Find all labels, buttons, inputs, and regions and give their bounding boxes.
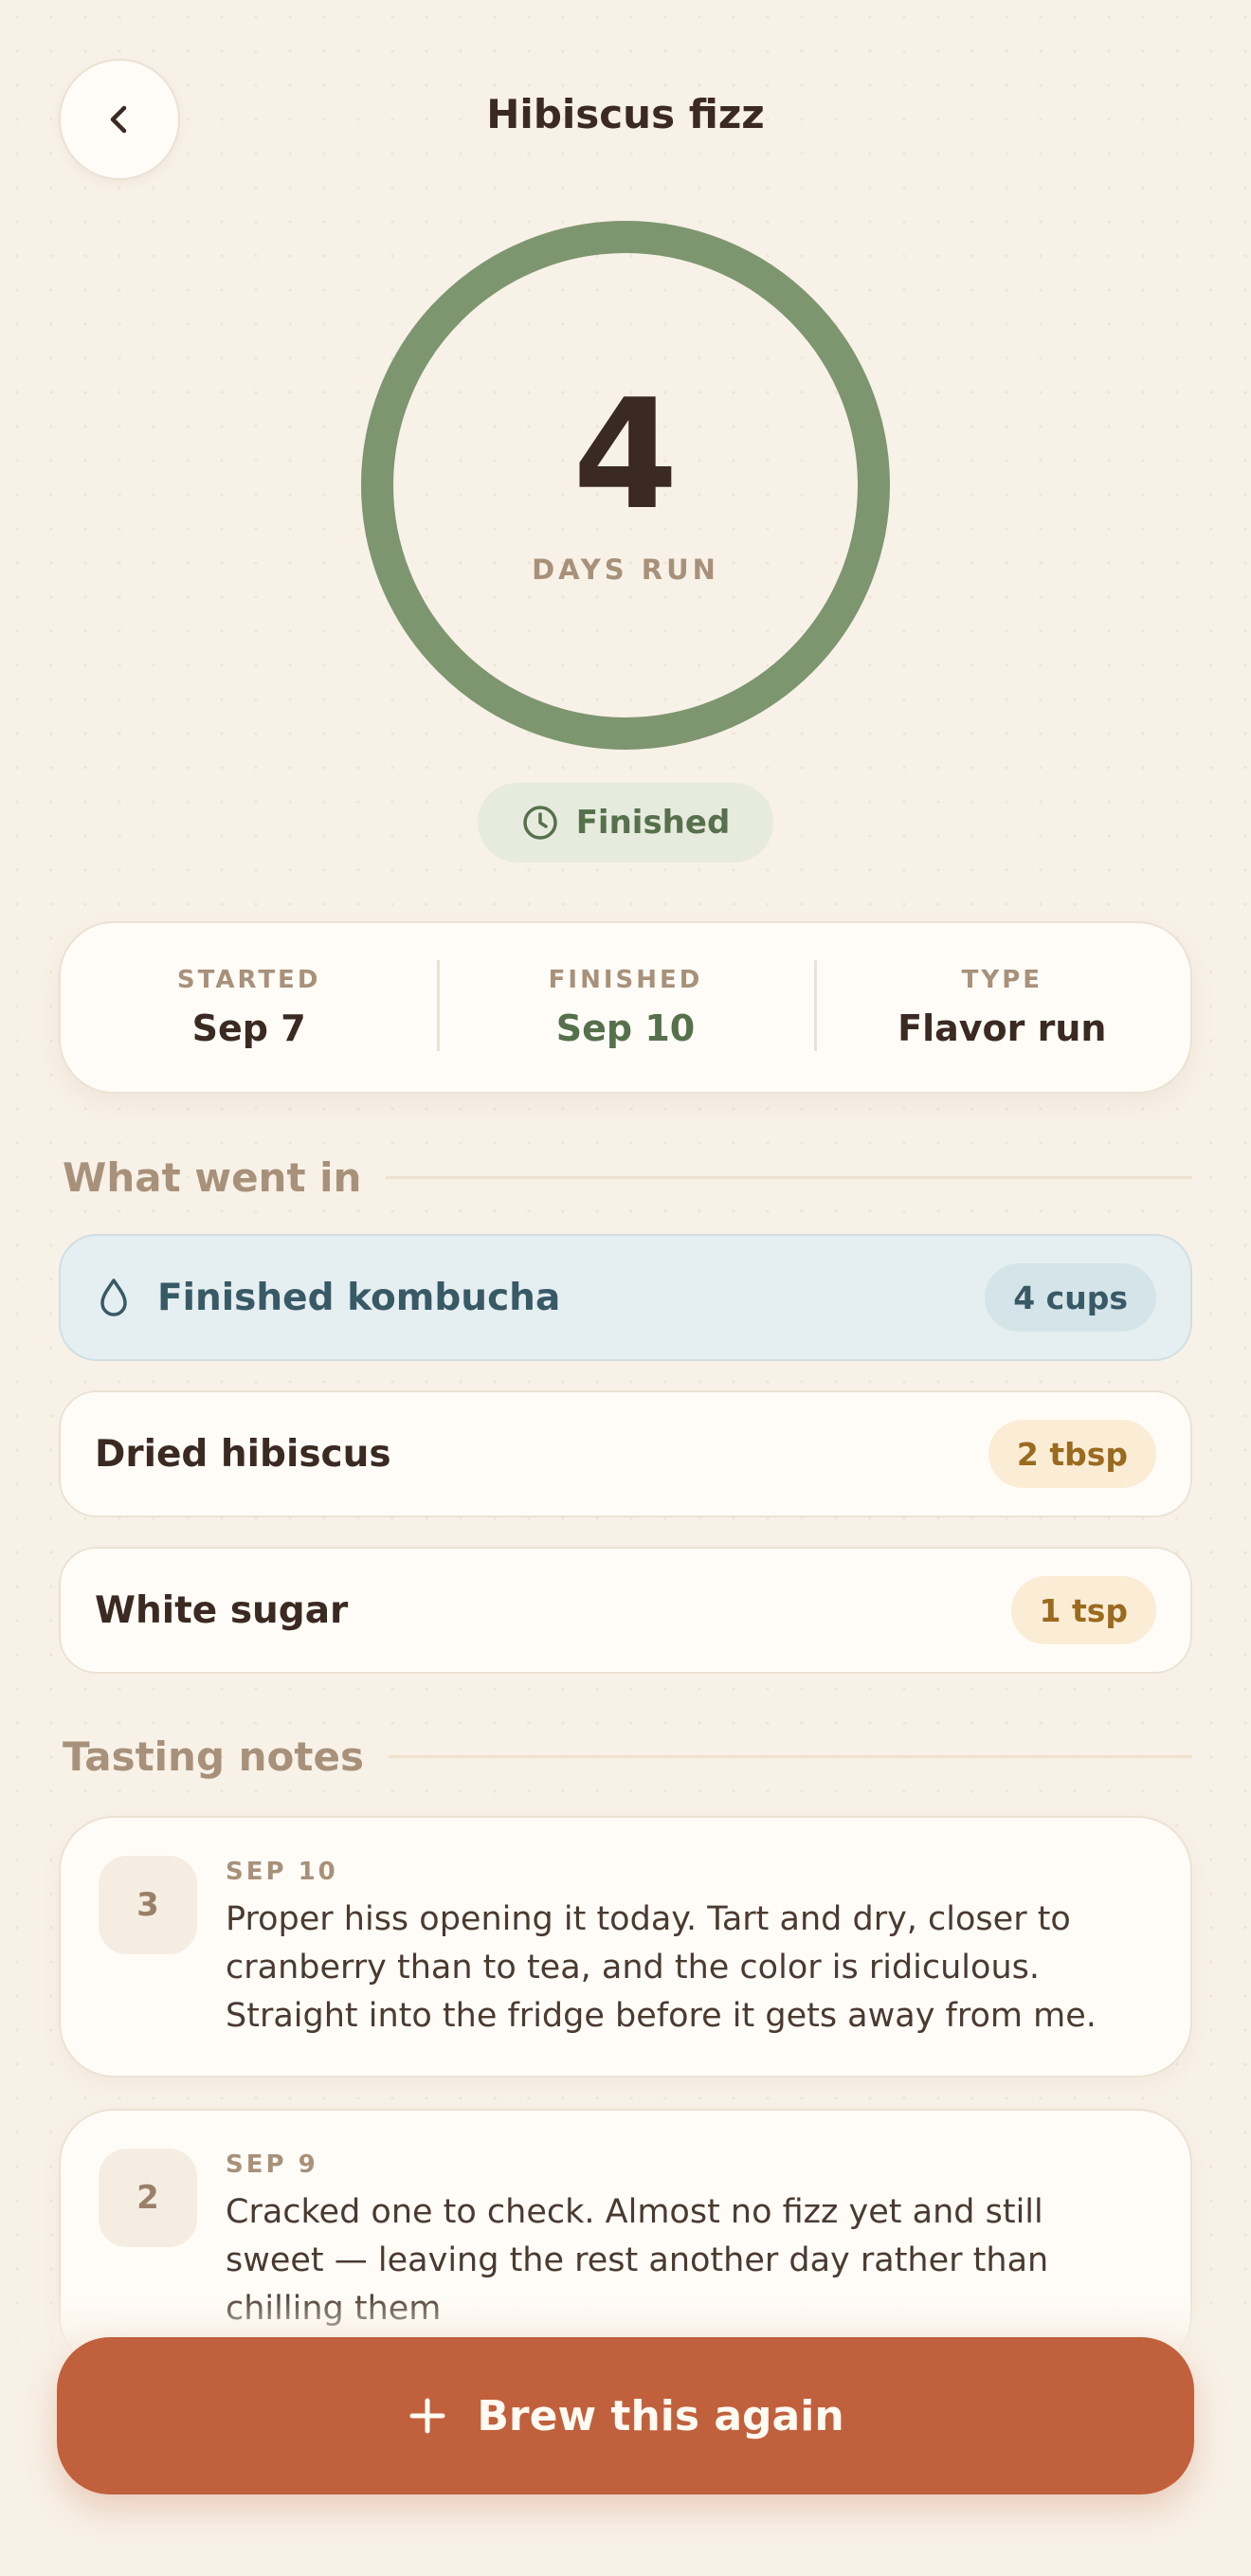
stat-value: Flavor run — [897, 1007, 1107, 1049]
brew-again-label: Brew this again — [477, 2391, 844, 2440]
stat-value: Sep 7 — [191, 1007, 306, 1049]
note-text: Proper hiss opening it today. Tart and d… — [226, 1900, 1097, 2035]
plus-icon — [409, 2398, 445, 2434]
brew-again-button[interactable]: Brew this again — [57, 2337, 1194, 2494]
ingredient-name: Finished kombucha — [157, 1276, 561, 1319]
brew-detail-screen: Hibiscus fizz 4 DAYS RUN Finished STARTE… — [0, 0, 1251, 2576]
brew-stats-card: STARTED Sep 7 FINISHED Sep 10 TYPE Flavo… — [59, 921, 1192, 1094]
stat-label: FINISHED — [548, 966, 703, 994]
divider — [386, 1176, 1192, 1179]
ingredient-qty: 4 cups — [985, 1263, 1156, 1332]
stat-value: Sep 10 — [555, 1007, 696, 1049]
ingredients-section-heading: What went in — [63, 1154, 1192, 1201]
ingredient-row-base[interactable]: Finished kombucha 4 cups — [59, 1234, 1192, 1361]
note-day-badge: 2 — [99, 2149, 197, 2247]
note-date: SEP 9 — [226, 2150, 318, 2179]
notes-section-heading: Tasting notes — [63, 1733, 1192, 1780]
days-run-ring: 4 DAYS RUN — [360, 220, 891, 751]
clock-icon — [522, 806, 557, 840]
page-title: Hibiscus fizz — [486, 91, 765, 137]
tasting-note[interactable]: 3 SEP 10 Proper hiss opening it today. T… — [59, 1816, 1192, 2077]
divider — [388, 1755, 1192, 1758]
stat-finished: FINISHED Sep 10 — [437, 960, 813, 1051]
status-label: Finished — [575, 804, 731, 842]
days-run-label: DAYS RUN — [532, 553, 719, 586]
status-badge: Finished — [478, 783, 773, 862]
ingredient-qty: 2 tbsp — [988, 1420, 1156, 1488]
droplet-icon — [100, 1279, 127, 1316]
stat-label: STARTED — [176, 966, 321, 994]
days-run-count: 4 — [572, 366, 679, 543]
section-title: What went in — [63, 1154, 362, 1201]
ingredient-row[interactable]: White sugar 1 tsp — [59, 1547, 1192, 1674]
stat-label: TYPE — [961, 966, 1043, 994]
stat-type: TYPE Flavor run — [813, 960, 1190, 1051]
ingredient-name: White sugar — [95, 1588, 349, 1632]
note-date: SEP 10 — [226, 1858, 338, 1886]
ingredient-row[interactable]: Dried hibiscus 2 tbsp — [59, 1390, 1192, 1517]
ingredient-qty: 1 tsp — [1010, 1576, 1156, 1644]
note-day-badge: 3 — [99, 1856, 197, 1954]
ingredient-name: Dried hibiscus — [95, 1432, 391, 1476]
stat-started: STARTED Sep 7 — [61, 966, 437, 1049]
section-title: Tasting notes — [63, 1733, 364, 1780]
